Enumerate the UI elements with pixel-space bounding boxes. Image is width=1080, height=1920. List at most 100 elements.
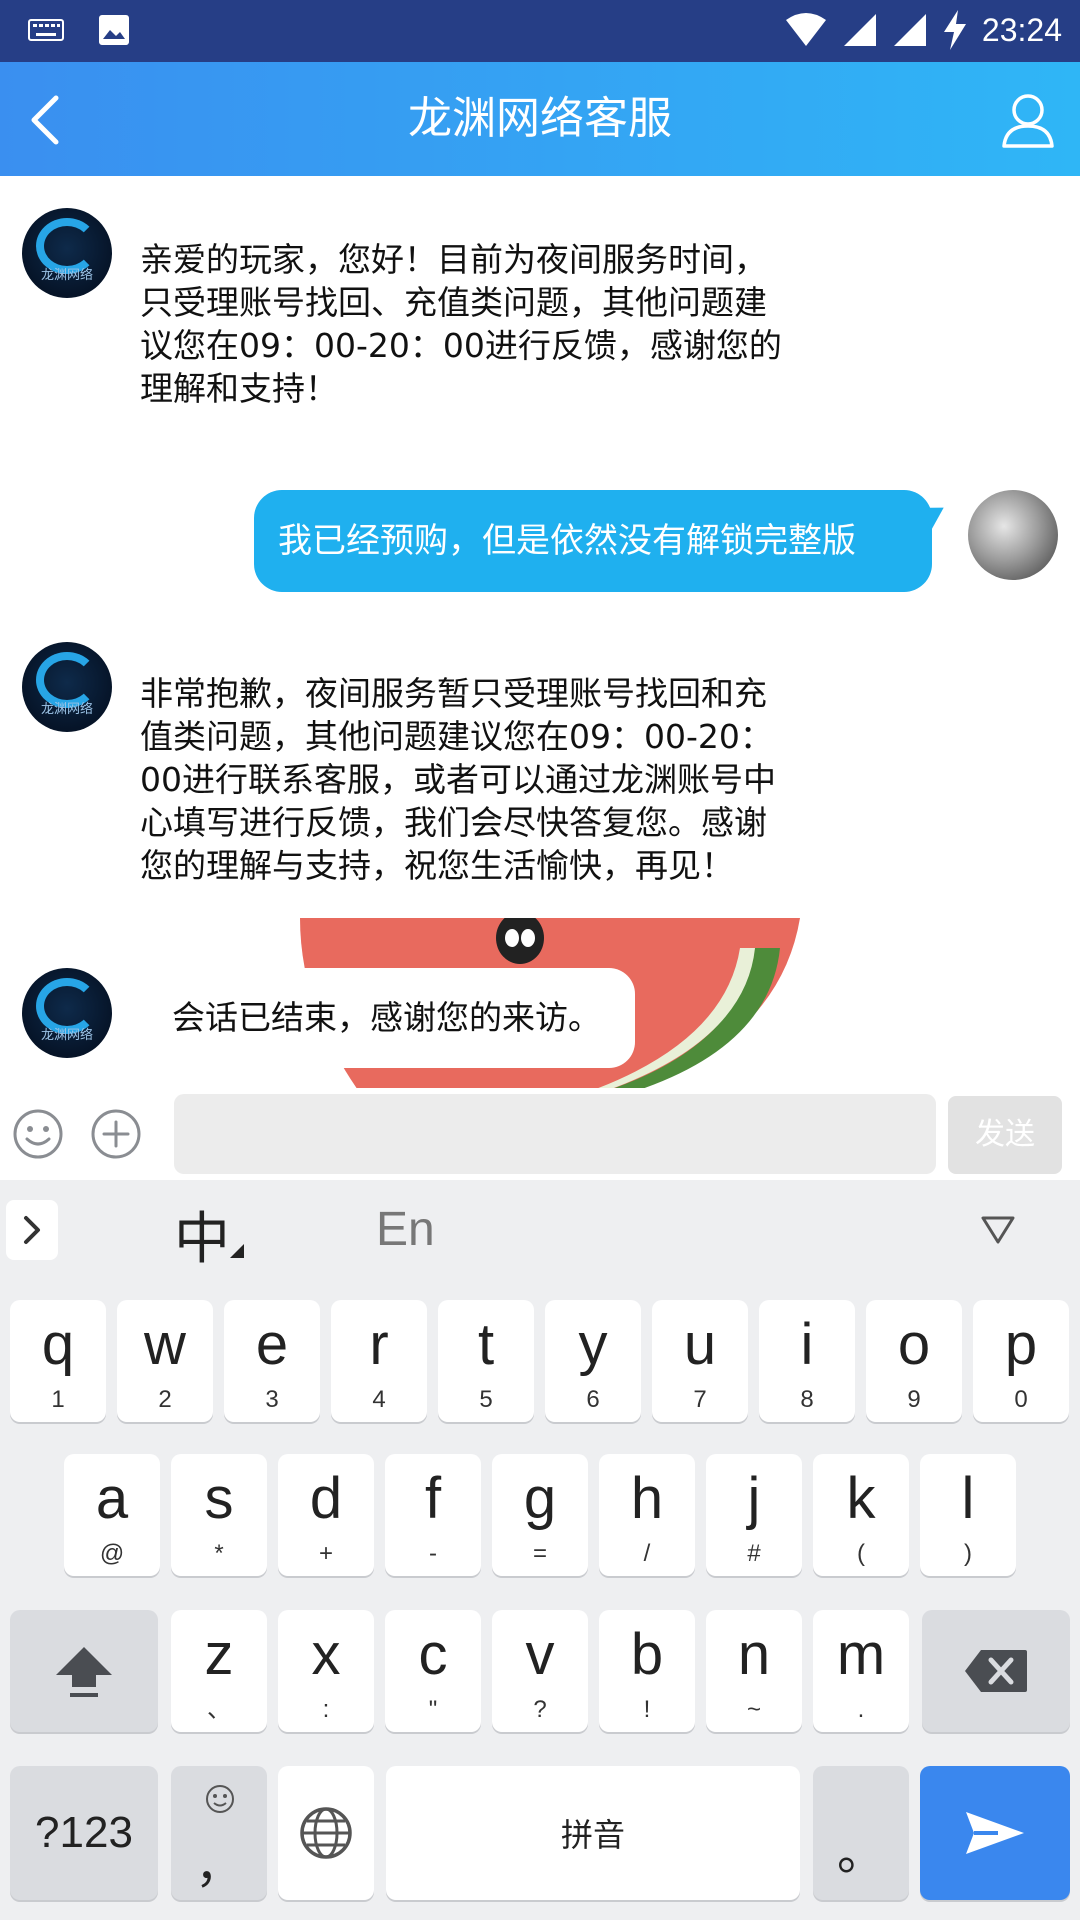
- key-char: w: [144, 1312, 186, 1377]
- key-char: o: [897, 1312, 931, 1377]
- key-c[interactable]: c ": [385, 1610, 481, 1732]
- send-key[interactable]: [920, 1766, 1070, 1900]
- key-p[interactable]: p0: [973, 1300, 1069, 1422]
- user-message-bubble[interactable]: 我已经预购，但是依然没有解锁完整版: [254, 490, 932, 592]
- agent-avatar[interactable]: 龙渊网络: [22, 208, 112, 298]
- key-alt: ?: [533, 1696, 547, 1723]
- keyboard-toolbar: 中 En: [0, 1180, 1080, 1280]
- message-input[interactable]: [174, 1094, 936, 1174]
- key-alt: =: [532, 1540, 547, 1567]
- header: 龙渊网络客服: [0, 62, 1080, 176]
- space-key[interactable]: 拼音: [386, 1766, 800, 1900]
- key-alt: *: [214, 1540, 224, 1567]
- key-char: s: [204, 1466, 234, 1531]
- status-bar: 23:24: [0, 0, 1080, 62]
- key-y[interactable]: y6: [545, 1300, 641, 1422]
- key-z[interactable]: z、: [171, 1610, 267, 1732]
- key-char: g: [523, 1466, 557, 1531]
- chinese-mode-button[interactable]: 中: [174, 1194, 230, 1275]
- language-key[interactable]: [278, 1766, 374, 1900]
- key-char: a: [95, 1466, 129, 1531]
- chat-area[interactable]: 龙渊网络 亲爱的玩家，您好！目前为夜间服务时间， 只受理账号找回、充值类问题，其…: [0, 176, 1080, 1088]
- agent-message: 亲爱的玩家，您好！目前为夜间服务时间， 只受理账号找回、充值类问题，其他问题建 …: [140, 238, 880, 410]
- person-icon[interactable]: [1000, 90, 1056, 150]
- key-k[interactable]: k(: [813, 1454, 909, 1576]
- key-alt: !: [643, 1696, 651, 1723]
- shift-key[interactable]: [10, 1610, 158, 1732]
- key-char: b: [630, 1622, 664, 1687]
- message-line: 亲爱的玩家，您好！目前为夜间服务时间，: [140, 240, 767, 279]
- smiley-icon: [206, 1785, 234, 1813]
- key-char: e: [255, 1312, 289, 1377]
- plus-icon[interactable]: [90, 1108, 142, 1160]
- comma-label: ，: [194, 1838, 243, 1894]
- expand-toolbar-button[interactable]: [6, 1200, 58, 1260]
- agent-avatar[interactable]: 龙渊网络: [22, 642, 112, 732]
- user-avatar[interactable]: [968, 490, 1058, 580]
- key-q[interactable]: q1: [10, 1300, 106, 1422]
- key-alt: ": [428, 1696, 438, 1723]
- key-char: i: [800, 1312, 814, 1377]
- collapse-keyboard-icon[interactable]: [980, 1214, 1016, 1246]
- key-x[interactable]: x:: [278, 1610, 374, 1732]
- key-e[interactable]: e3: [224, 1300, 320, 1422]
- space-label: 拼音: [560, 1816, 625, 1854]
- key-alt: +: [318, 1540, 333, 1567]
- key-alt: -: [429, 1540, 437, 1567]
- key-i[interactable]: i8: [759, 1300, 855, 1422]
- key-alt: 7: [693, 1386, 707, 1413]
- key-v[interactable]: v?: [492, 1610, 588, 1732]
- message-line: 00进行联系客服，或者可以通过龙渊账号中: [140, 760, 776, 799]
- message-line: 心填写进行反馈，我们会尽快答复您。感谢: [140, 803, 767, 842]
- comma-key[interactable]: ，: [171, 1766, 267, 1900]
- symbols-key[interactable]: ?123: [10, 1766, 158, 1900]
- shift-icon: [56, 1647, 112, 1697]
- backspace-key[interactable]: [922, 1610, 1070, 1732]
- english-mode-button[interactable]: En: [376, 1202, 435, 1257]
- key-u[interactable]: u7: [652, 1300, 748, 1422]
- key-b[interactable]: b!: [599, 1610, 695, 1732]
- emoji-icon[interactable]: [12, 1108, 64, 1160]
- key-alt: /: [643, 1540, 651, 1567]
- agent-message-bubble: 会话已结束，感谢您的来访。: [138, 968, 635, 1068]
- period-key[interactable]: 。: [813, 1766, 909, 1900]
- key-m[interactable]: m.: [813, 1610, 909, 1732]
- key-d[interactable]: d +: [278, 1454, 374, 1576]
- key-char: q: [41, 1312, 75, 1377]
- send-button[interactable]: 发送: [948, 1096, 1062, 1174]
- symbols-label: ?123: [35, 1808, 133, 1857]
- signal-icon: [893, 14, 926, 46]
- key-a[interactable]: a @: [64, 1454, 160, 1576]
- key-char: v: [525, 1622, 555, 1687]
- status-time: 23:24: [981, 11, 1062, 48]
- key-s[interactable]: s *: [171, 1454, 267, 1576]
- key-alt: 、: [207, 1696, 231, 1723]
- key-g[interactable]: g =: [492, 1454, 588, 1576]
- key-alt: ~: [746, 1696, 761, 1723]
- key-alt: 1: [51, 1386, 65, 1413]
- avatar-label: 龙渊网络: [40, 268, 93, 283]
- key-char: l: [961, 1466, 975, 1531]
- key-o[interactable]: o9: [866, 1300, 962, 1422]
- key-n[interactable]: n ~: [706, 1610, 802, 1732]
- key-t[interactable]: t5: [438, 1300, 534, 1422]
- key-char: f: [424, 1466, 442, 1531]
- key-j[interactable]: j #: [706, 1454, 802, 1576]
- key-l[interactable]: l): [920, 1454, 1016, 1576]
- wifi-icon: [785, 13, 826, 46]
- mode-indicator-icon: [230, 1244, 244, 1258]
- key-h[interactable]: h /: [599, 1454, 695, 1576]
- key-alt: 0: [1014, 1386, 1028, 1413]
- key-w[interactable]: w2: [117, 1300, 213, 1422]
- key-char: t: [477, 1312, 495, 1377]
- key-f[interactable]: f-: [385, 1454, 481, 1576]
- signal-icon: [843, 14, 876, 46]
- message-line: 非常抱歉，夜间服务暂只受理账号找回和充: [140, 674, 767, 713]
- message-line: 您的理解与支持，祝您生活愉快，再见！: [140, 846, 734, 885]
- agent-avatar[interactable]: 龙渊网络: [22, 968, 112, 1058]
- key-alt: #: [747, 1540, 761, 1567]
- key-alt: :: [322, 1696, 330, 1723]
- key-alt: 8: [800, 1386, 814, 1413]
- key-r[interactable]: r4: [331, 1300, 427, 1422]
- key-char: c: [418, 1622, 448, 1687]
